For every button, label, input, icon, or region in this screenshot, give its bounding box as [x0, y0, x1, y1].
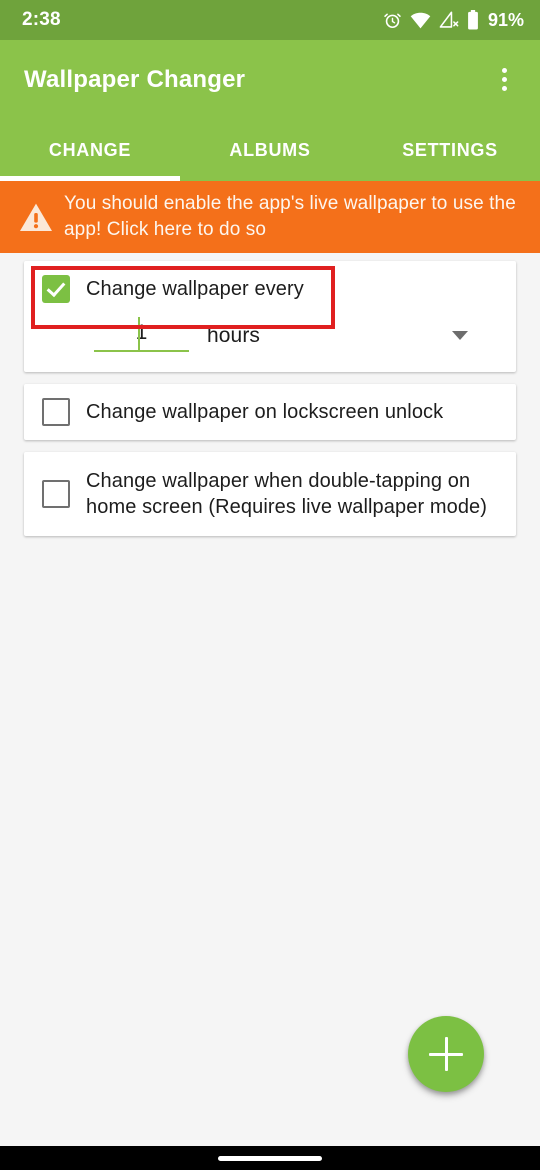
- lockscreen-unlock-checkbox[interactable]: [42, 398, 70, 426]
- double-tap-home-checkbox[interactable]: [42, 480, 70, 508]
- system-navigation-bar: [0, 1146, 540, 1170]
- app-bar: Wallpaper Changer: [0, 40, 540, 119]
- tab-settings[interactable]: SETTINGS: [360, 119, 540, 181]
- interval-row: hours: [24, 317, 516, 372]
- plus-icon-vertical: [444, 1037, 448, 1071]
- overflow-dot-3: [501, 86, 507, 91]
- battery-icon: [467, 10, 479, 30]
- chevron-down-icon: [452, 331, 468, 340]
- lockscreen-unlock-card: Change wallpaper on lockscreen unlock: [24, 384, 516, 440]
- interval-unit-dropdown[interactable]: hours: [207, 324, 502, 348]
- change-every-checkbox-row[interactable]: Change wallpaper every: [24, 261, 516, 317]
- page-title: Wallpaper Changer: [24, 65, 246, 93]
- interval-value-wrap: [94, 317, 189, 352]
- live-wallpaper-warning-banner[interactable]: You should enable the app's live wallpap…: [0, 181, 540, 253]
- home-gesture-pill[interactable]: [218, 1155, 322, 1161]
- status-bar-icons: 91%: [383, 10, 524, 31]
- settings-list: Change wallpaper every hours Change wall…: [0, 253, 540, 536]
- change-every-checkbox[interactable]: [42, 275, 70, 303]
- double-tap-home-label: Change wallpaper when double-tapping on …: [86, 470, 488, 518]
- double-tap-home-checkbox-row[interactable]: Change wallpaper when double-tapping on …: [24, 452, 516, 536]
- change-every-card: Change wallpaper every hours: [24, 261, 516, 372]
- warning-banner-text: You should enable the app's live wallpap…: [64, 193, 516, 240]
- battery-percent-label: 91%: [487, 9, 524, 30]
- double-tap-home-card: Change wallpaper when double-tapping on …: [24, 452, 516, 536]
- status-bar-clock: 2:38: [22, 9, 61, 30]
- wifi-icon: [410, 12, 431, 29]
- interval-value-input[interactable]: [94, 319, 189, 352]
- cellular-no-service-icon: [439, 11, 459, 29]
- overflow-dot-2: [501, 77, 507, 82]
- add-album-fab[interactable]: [408, 1016, 484, 1092]
- lockscreen-unlock-label: Change wallpaper on lockscreen unlock: [86, 401, 444, 423]
- overflow-menu-icon[interactable]: [484, 58, 524, 102]
- alarm-icon: [383, 11, 402, 30]
- overflow-dot-1: [501, 68, 507, 73]
- tab-albums[interactable]: ALBUMS: [180, 119, 360, 181]
- text-cursor: [138, 317, 140, 351]
- interval-unit-label: hours: [207, 323, 261, 347]
- tab-bar: CHANGE ALBUMS SETTINGS: [0, 119, 540, 181]
- tab-change[interactable]: CHANGE: [0, 119, 180, 181]
- change-every-label: Change wallpaper every: [86, 278, 304, 300]
- lockscreen-unlock-checkbox-row[interactable]: Change wallpaper on lockscreen unlock: [24, 384, 516, 440]
- status-bar: 2:38 91%: [0, 0, 540, 40]
- warning-triangle-icon: [16, 202, 56, 233]
